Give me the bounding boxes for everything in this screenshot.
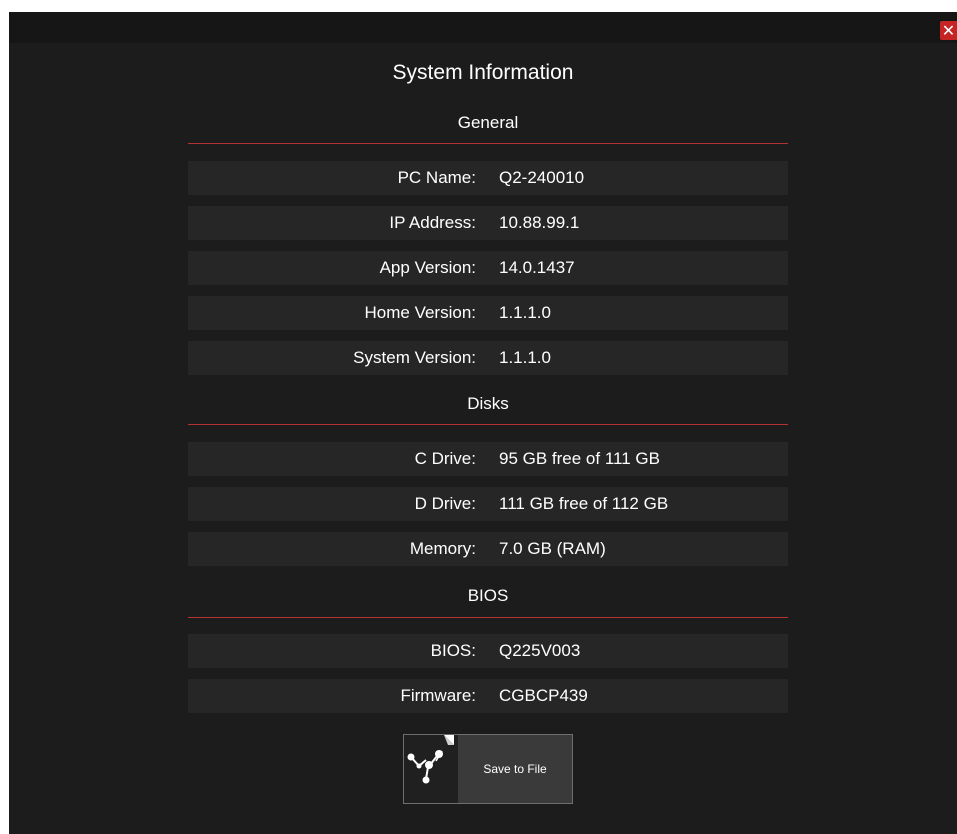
- save-to-file-label: Save to File: [483, 762, 547, 776]
- info-row-d-drive: D Drive: 111 GB free of 112 GB: [188, 487, 788, 521]
- info-label: Firmware:: [400, 686, 476, 705]
- section-divider: [188, 424, 788, 425]
- share-nodes-icon: [404, 735, 458, 803]
- info-label: BIOS:: [430, 641, 476, 660]
- info-value: Q2-240010: [499, 168, 585, 187]
- info-row-c-drive: C Drive: 95 GB free of 111 GB: [188, 442, 788, 476]
- info-label: App Version:: [379, 258, 476, 277]
- close-button[interactable]: ✕: [940, 21, 957, 40]
- info-label: C Drive:: [414, 449, 476, 468]
- info-row-memory: Memory: 7.0 GB (RAM): [188, 532, 788, 566]
- info-label: IP Address:: [389, 213, 476, 232]
- info-label: PC Name:: [397, 168, 476, 187]
- section-divider: [188, 617, 788, 618]
- info-value: Q225V003: [499, 641, 581, 660]
- info-row-firmware: Firmware: CGBCP439: [188, 679, 788, 713]
- section-heading-disks: Disks: [467, 394, 509, 413]
- info-value: 7.0 GB (RAM): [499, 539, 606, 558]
- info-value: 1.1.1.0: [499, 303, 551, 322]
- info-value: 1.1.1.0: [499, 348, 551, 367]
- section-heading-bios: BIOS: [467, 586, 509, 605]
- save-to-file-button[interactable]: Save to File: [403, 734, 573, 804]
- info-value: 111 GB free of 112 GB: [499, 494, 669, 513]
- info-value: CGBCP439: [499, 686, 588, 705]
- section-heading-general: General: [457, 113, 519, 132]
- info-row-system-version: System Version: 1.1.1.0: [188, 341, 788, 375]
- info-row-ip-address: IP Address: 10.88.99.1: [188, 206, 788, 240]
- info-value: 95 GB free of 111 GB: [499, 449, 660, 468]
- dialog-title: System Information: [392, 61, 574, 84]
- info-row-pc-name: PC Name: Q2-240010: [188, 161, 788, 195]
- info-label: Home Version:: [364, 303, 477, 322]
- info-row-bios: BIOS: Q225V003: [188, 634, 788, 668]
- title-bar: [9, 12, 957, 43]
- info-value: 10.88.99.1: [499, 213, 580, 232]
- section-divider: [188, 143, 788, 144]
- info-label: Memory:: [409, 539, 476, 558]
- info-row-app-version: App Version: 14.0.1437: [188, 251, 788, 285]
- info-label: System Version:: [353, 348, 476, 367]
- info-row-home-version: Home Version: 1.1.1.0: [188, 296, 788, 330]
- info-label: D Drive:: [414, 494, 476, 513]
- system-information-dialog: ✕ System Information General PC Name: Q2…: [9, 12, 957, 834]
- info-value: 14.0.1437: [499, 258, 575, 277]
